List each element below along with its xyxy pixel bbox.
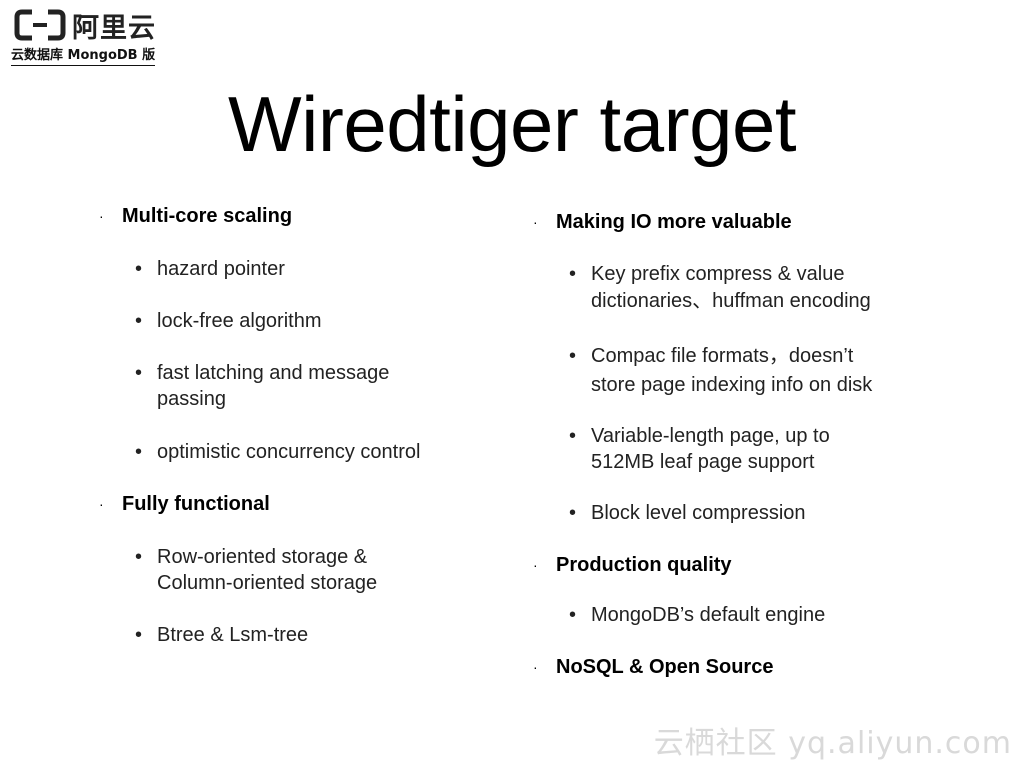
left-section2-item-continued: Column-oriented storage — [157, 570, 377, 596]
right-section2-heading-text: Production quality — [556, 554, 732, 576]
bullet-icon: · — [533, 659, 538, 675]
left-section1-item: • optimistic concurrency control — [135, 439, 421, 465]
right-section1-item-text: Block level compression — [591, 502, 806, 524]
bullet-icon: · — [533, 214, 538, 230]
left-section2-heading-text: Fully functional — [122, 493, 270, 515]
right-section1-item-continued: 512MB leaf page support — [591, 449, 815, 475]
right-section1-item: • Compac file formats，doesn’t — [569, 343, 854, 369]
left-section1-heading: · Multi-core scaling — [99, 203, 293, 229]
right-section2-item-text: MongoDB’s default engine — [591, 604, 826, 626]
product-subtitle: 云数据库 MongoDB 版 — [11, 48, 156, 66]
bullet-icon: • — [135, 310, 143, 332]
left-section1-item: • fast latching and message — [135, 360, 390, 386]
right-section1-item-text: Variable-length page, up to — [591, 425, 830, 447]
right-section3-heading-text: NoSQL & Open Source — [556, 656, 774, 678]
left-section1-item-text: fast latching and message — [157, 362, 390, 384]
right-section1-item-text: Compac file formats，doesn’t — [591, 345, 854, 367]
logo-text: 阿里云 — [72, 12, 156, 44]
left-section1-item-continued: passing — [157, 386, 226, 412]
left-section2-heading: · Fully functional — [99, 491, 270, 517]
right-section3-heading: · NoSQL & Open Source — [533, 654, 774, 680]
right-section2-item: • MongoDB’s default engine — [569, 602, 826, 628]
left-section1-item: • hazard pointer — [135, 256, 285, 282]
right-section1-heading-text: Making IO more valuable — [556, 211, 792, 233]
right-section1-heading: · Making IO more valuable — [533, 209, 792, 235]
right-section1-item-text: store page indexing info on disk — [591, 374, 873, 396]
right-section1-item: • Block level compression — [569, 500, 806, 526]
bullet-icon: • — [135, 258, 143, 280]
left-section2-item-text: Row-oriented storage & — [157, 546, 368, 568]
left-section2-item-text: Column-oriented storage — [157, 572, 378, 594]
right-section1-item-continued: store page indexing info on disk — [591, 372, 872, 398]
right-section1-item: • Key prefix compress & value — [569, 261, 845, 287]
bullet-icon: • — [569, 345, 577, 367]
right-section1-item-continued: dictionaries、huffman encoding — [591, 288, 871, 314]
bullet-icon: • — [135, 546, 143, 568]
slide-title: Wiredtiger target — [227, 80, 797, 168]
left-section1-heading-text: Multi-core scaling — [122, 205, 293, 227]
left-section1-item-text: lock-free algorithm — [157, 310, 322, 332]
aliyun-logo-icon — [14, 9, 66, 41]
right-section1-item-text: dictionaries、huffman encoding — [591, 290, 871, 312]
right-section1-item-text: 512MB leaf page support — [591, 451, 815, 473]
left-section2-item-text: Btree & Lsm-tree — [157, 624, 309, 646]
left-section1-item-text: hazard pointer — [157, 258, 285, 280]
bullet-icon: • — [135, 441, 143, 463]
bullet-icon: · — [99, 208, 104, 224]
bullet-icon: • — [569, 263, 577, 285]
bullet-icon: · — [99, 496, 104, 512]
right-section2-heading: · Production quality — [533, 552, 732, 578]
left-section2-item: • Row-oriented storage & — [135, 544, 368, 570]
right-section1-item-text: Key prefix compress & value — [591, 263, 845, 285]
left-section2-item: • Btree & Lsm-tree — [135, 622, 309, 648]
left-section1-item: • lock-free algorithm — [135, 308, 322, 334]
bullet-icon: • — [569, 604, 577, 626]
watermark: 云栖社区 yq.aliyun.com — [653, 726, 1012, 761]
bullet-icon: · — [533, 557, 538, 573]
left-section1-item-text: optimistic concurrency control — [157, 441, 421, 463]
left-section1-item-text: passing — [157, 388, 226, 410]
aliyun-logo: 阿里云 — [14, 8, 156, 44]
bullet-icon: • — [569, 425, 577, 447]
right-section1-item: • Variable-length page, up to — [569, 423, 830, 449]
bullet-icon: • — [135, 362, 143, 384]
bullet-icon: • — [569, 502, 577, 524]
bullet-icon: • — [135, 624, 143, 646]
